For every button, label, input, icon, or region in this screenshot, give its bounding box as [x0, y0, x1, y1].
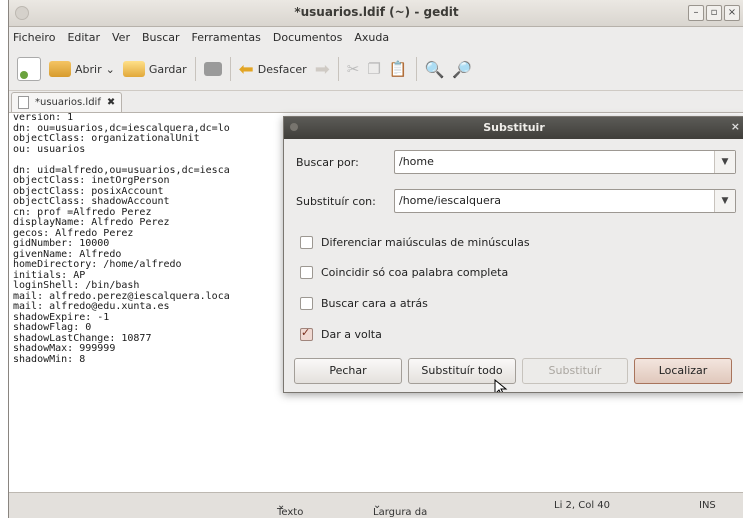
checkbox-icon[interactable]: [300, 266, 313, 279]
open-button[interactable]: Abrir ⌄: [49, 61, 115, 77]
undo-label: Desfacer: [257, 62, 307, 76]
undo-button[interactable]: ⬅ Desfacer: [239, 59, 307, 80]
toolbar-separator: [194, 57, 196, 81]
undo-icon: ⬅: [238, 58, 254, 80]
paste-icon: 📋: [388, 60, 408, 78]
copy-button[interactable]: ❐: [367, 60, 380, 78]
insert-mode: INS: [699, 500, 716, 511]
search-button[interactable]: 🔍: [425, 60, 445, 79]
menu-bar: Ficheiro Editar Ver Buscar Ferramentas D…: [9, 26, 743, 48]
syntax-selector[interactable]: Texto plano ⌄: [277, 500, 303, 518]
find-button[interactable]: Localizar: [634, 358, 732, 384]
toolbar-separator: [229, 57, 231, 81]
search-backwards-label: Buscar cara a atrás: [321, 297, 428, 310]
wrap-around-label: Dar a volta: [321, 328, 382, 341]
search-icon: 🔍: [424, 59, 445, 79]
menu-axuda[interactable]: Axuda: [354, 31, 389, 44]
chevron-down-icon[interactable]: ⌄: [106, 63, 115, 76]
new-button[interactable]: [17, 57, 41, 81]
menu-documentos[interactable]: Documentos: [273, 31, 342, 44]
title-bar: *usuarios.ldif (~) - gedit – ▫ ×: [9, 0, 743, 27]
cut-icon: ✂: [346, 60, 360, 78]
redo-icon: ➡: [314, 58, 330, 80]
open-label: Abrir: [75, 62, 102, 76]
whole-word-checkbox[interactable]: Coincidir só coa palabra completa: [300, 266, 508, 279]
chevron-down-icon[interactable]: ▼: [714, 151, 735, 173]
document-icon: [18, 96, 29, 109]
menu-editar[interactable]: Editar: [67, 31, 100, 44]
close-button[interactable]: Pechar: [294, 358, 402, 384]
search-label: Buscar por:: [296, 156, 359, 169]
save-icon: [122, 61, 145, 77]
replace-label: Substituír con:: [296, 195, 376, 208]
replace-input[interactable]: /home/iescalquera ▼: [394, 189, 736, 213]
match-case-label: Diferenciar maiúsculas de minúsculas: [321, 236, 530, 249]
checkbox-icon[interactable]: [300, 326, 313, 341]
syntax-label: Texto plano: [277, 507, 304, 518]
wrap-around-checkbox[interactable]: Dar a volta: [300, 326, 382, 341]
mouse-pointer-icon: [494, 379, 508, 392]
redo-button[interactable]: ➡: [315, 59, 330, 80]
close-tab-icon[interactable]: ✖: [107, 97, 115, 108]
whole-word-label: Coincidir só coa palabra completa: [321, 266, 509, 279]
replace-button[interactable]: 🔎: [452, 60, 472, 79]
chevron-down-icon[interactable]: ▼: [714, 190, 735, 212]
paste-button[interactable]: 📋: [389, 60, 408, 78]
toolbar: Abrir ⌄ Gardar ⬅ Desfacer ➡ ✂ ❐ 📋 🔍 🔎: [9, 48, 743, 91]
status-bar: Texto plano ⌄ Largura da tabulación: 8 ⌄…: [9, 492, 743, 518]
checkbox-icon[interactable]: [300, 236, 313, 249]
save-label: Gardar: [148, 62, 187, 76]
menu-buscar[interactable]: Buscar: [142, 31, 180, 44]
tab-label: *usuarios.ldif: [35, 97, 101, 108]
dialog-title-bar: Substituir ×: [284, 117, 743, 139]
new-document-icon: [17, 57, 41, 81]
folder-icon: [49, 61, 71, 77]
replace-value: /home/iescalquera: [399, 194, 501, 207]
replace-icon: 🔎: [452, 59, 473, 79]
toolbar-separator: [337, 57, 339, 81]
window-title: *usuarios.ldif (~) - gedit: [294, 5, 459, 19]
menu-ferramentas[interactable]: Ferramentas: [192, 31, 261, 44]
replace-dialog: Substituir × Buscar por: /home ▼ Substit…: [283, 116, 743, 393]
print-icon: [203, 62, 222, 76]
dialog-title: Substituir: [483, 121, 545, 134]
minimize-icon[interactable]: –: [688, 5, 704, 21]
replace-one-button[interactable]: Substituír: [522, 358, 628, 384]
copy-icon: ❐: [367, 60, 381, 78]
search-input[interactable]: /home ▼: [394, 150, 736, 174]
maximize-icon[interactable]: ▫: [706, 5, 722, 21]
checkbox-icon[interactable]: [300, 297, 313, 310]
tab-usuarios-ldif[interactable]: *usuarios.ldif ✖: [11, 92, 123, 112]
save-button[interactable]: Gardar: [122, 61, 187, 77]
search-backwards-checkbox[interactable]: Buscar cara a atrás: [300, 297, 428, 310]
cut-button[interactable]: ✂: [347, 60, 360, 78]
dialog-close-icon[interactable]: ×: [731, 120, 740, 133]
cursor-position: Li 2, Col 40: [554, 500, 611, 511]
menu-ficheiro[interactable]: Ficheiro: [13, 31, 55, 44]
search-value: /home: [399, 155, 434, 168]
match-case-checkbox[interactable]: Diferenciar maiúsculas de minúsculas: [300, 236, 530, 249]
document-tabs: *usuarios.ldif ✖: [9, 90, 743, 112]
toolbar-separator: [415, 57, 417, 81]
tab-width-label: Largura da tabulación: 8: [373, 507, 428, 518]
tab-width-selector[interactable]: Largura da tabulación: 8 ⌄: [373, 500, 427, 518]
menu-ver[interactable]: Ver: [112, 31, 130, 44]
close-icon[interactable]: ×: [724, 5, 740, 21]
print-button[interactable]: [203, 62, 222, 76]
